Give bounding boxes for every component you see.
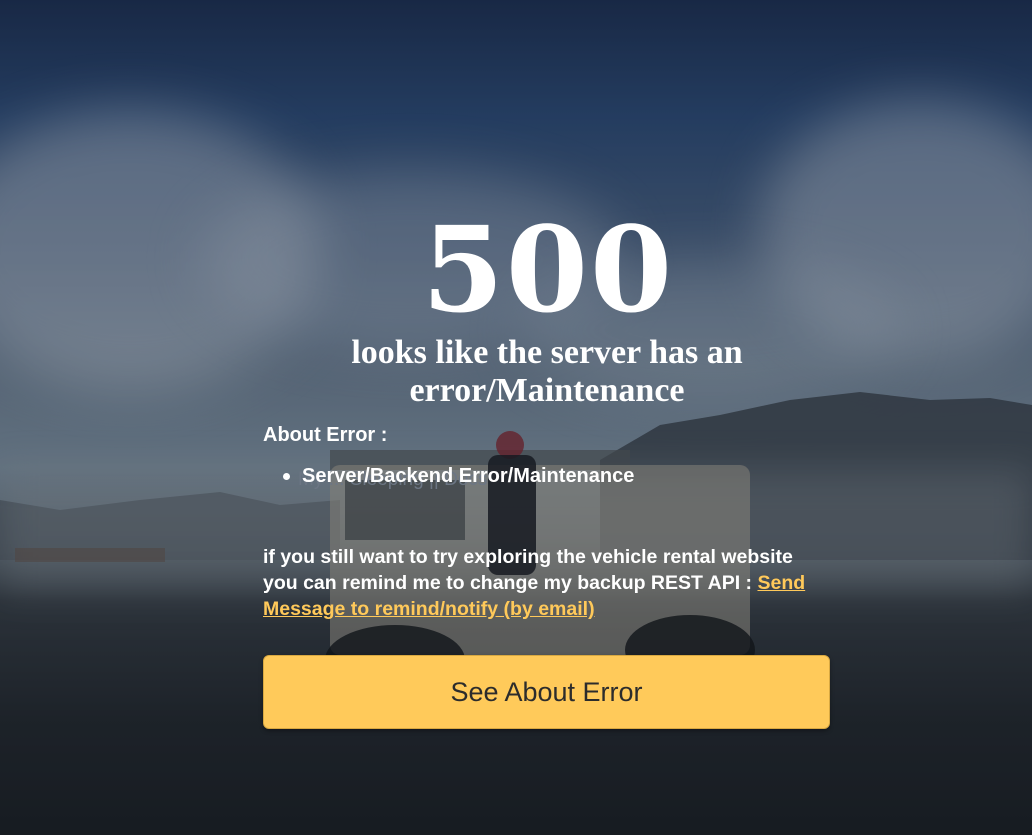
see-about-error-button[interactable]: See About Error [263, 655, 830, 729]
about-error-heading: About Error : [263, 424, 388, 446]
list-item: Server/Backend Error/Maintenance [283, 462, 634, 490]
bullet-icon [283, 473, 290, 480]
about-error-list: Server/Backend Error/Maintenance [283, 462, 634, 490]
error-code: 500 [421, 200, 675, 339]
list-item-label: Server/Backend Error/Maintenance [302, 465, 635, 487]
error-subtitle: looks like the server has an error/Maint… [351, 334, 743, 409]
reminder-text: if you still want to try exploring the v… [263, 546, 793, 594]
reminder-message: if you still want to try exploring the v… [263, 544, 823, 622]
error-page: 500 looks like the server has an error/M… [0, 0, 1032, 835]
